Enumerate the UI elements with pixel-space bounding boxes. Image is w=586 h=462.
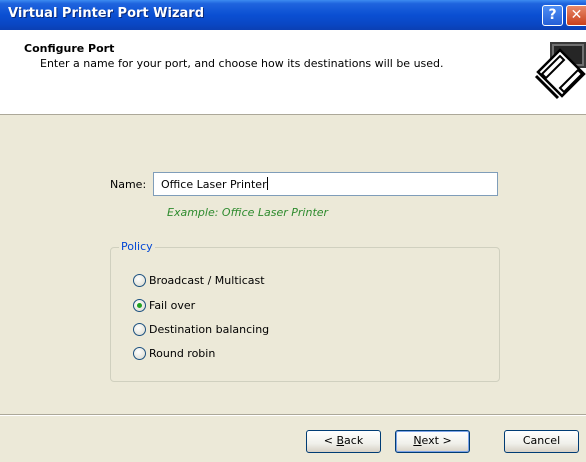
page-subtitle: Enter a name for your port, and choose h… (40, 57, 444, 70)
back-label-rest: ack (344, 434, 364, 447)
text-caret (266, 177, 268, 190)
cancel-button[interactable]: Cancel (504, 430, 579, 453)
policy-group-legend: Policy (119, 240, 155, 253)
title-bar[interactable]: Virtual Printer Port Wizard ? ✕ (0, 0, 586, 30)
name-input-value: Office Laser Printer (161, 178, 267, 191)
wizard-window: Virtual Printer Port Wizard ? ✕ Configur… (0, 0, 586, 462)
name-label: Name: (110, 178, 147, 191)
help-button[interactable]: ? (542, 5, 563, 26)
radio-label: Round robin (149, 347, 216, 360)
footer-divider-highlight (0, 415, 586, 416)
next-mnemonic: N (413, 434, 422, 447)
close-button[interactable]: ✕ (566, 5, 586, 26)
radio-button[interactable] (133, 323, 146, 336)
back-mnemonic: B (336, 434, 345, 447)
back-button[interactable]: < Back (306, 430, 381, 453)
next-button[interactable]: Next > (395, 430, 470, 453)
radio-label: Broadcast / Multicast (149, 274, 265, 287)
radio-button-checked[interactable] (133, 299, 146, 312)
radio-label: Destination balancing (149, 323, 270, 336)
wizard-header: Configure Port Enter a name for your por… (0, 30, 586, 115)
radio-button[interactable] (133, 347, 146, 360)
name-example-hint: Example: Office Laser Printer (167, 206, 329, 219)
back-prefix: < (323, 434, 337, 447)
printer-icon (534, 42, 586, 100)
next-label-rest: ext > (421, 434, 452, 447)
policy-group: Policy Broadcast / Multicast Fail over D… (110, 240, 500, 382)
name-input[interactable]: Office Laser Printer (153, 172, 498, 196)
radio-label: Fail over (149, 299, 196, 312)
window-title: Virtual Printer Port Wizard (8, 6, 205, 21)
radio-button[interactable] (133, 274, 146, 287)
page-title: Configure Port (24, 42, 115, 55)
